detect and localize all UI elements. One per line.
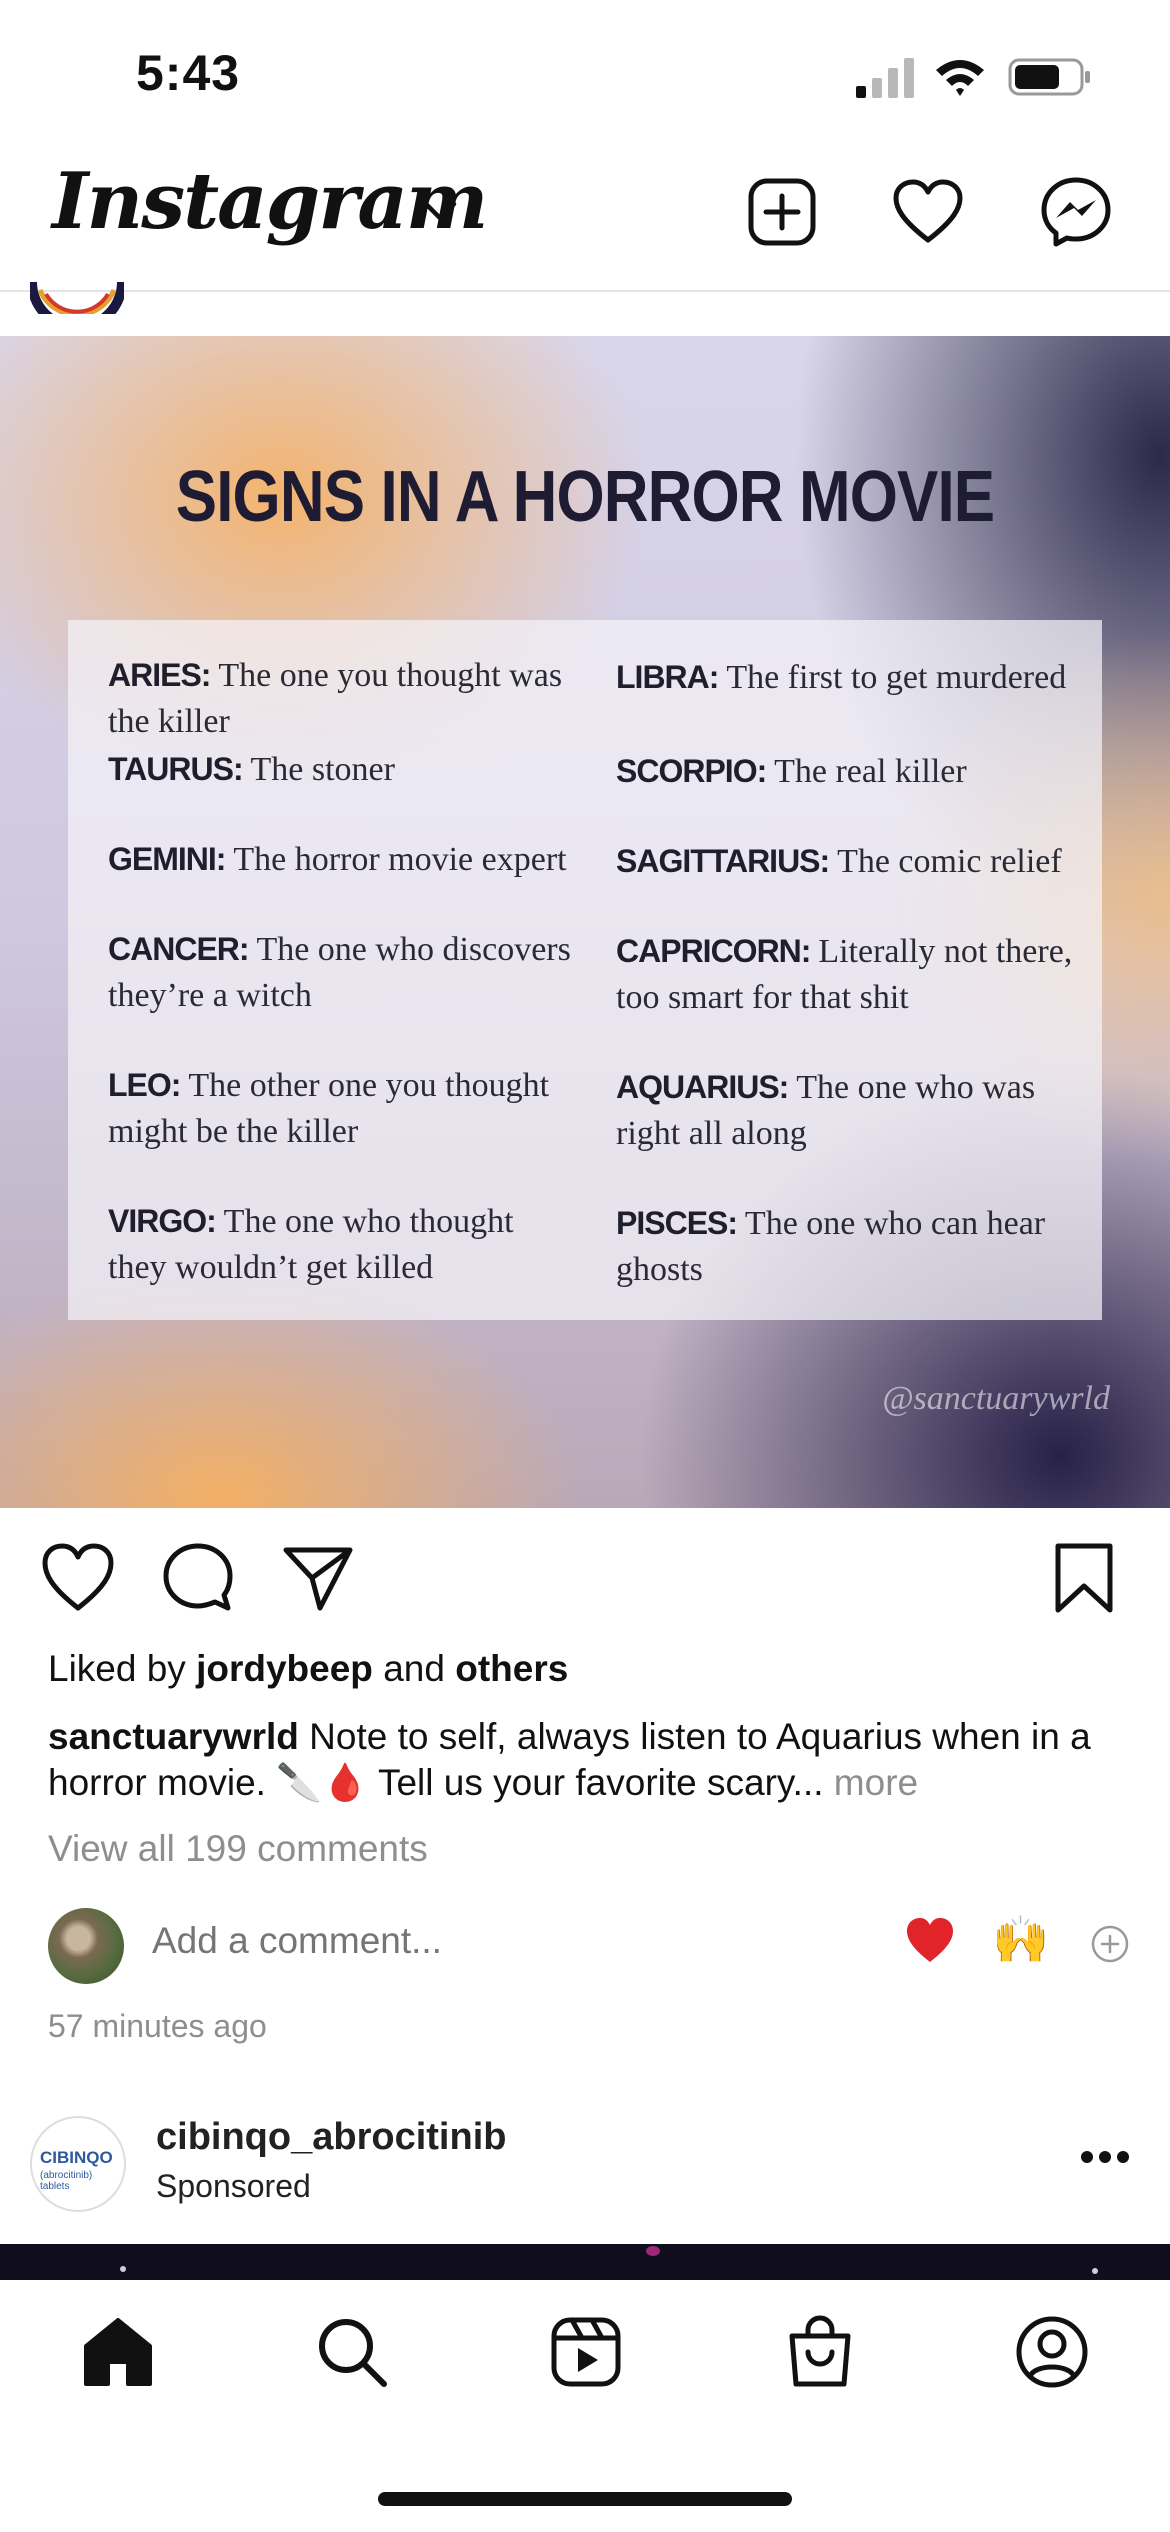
sponsor-username[interactable]: cibinqo_abrocitinib (156, 2116, 506, 2159)
messenger-icon[interactable] (1040, 176, 1112, 248)
next-post-header: CIBINQO (abrocitinib) tablets cibinqo_ab… (0, 2106, 1170, 2246)
avatar (48, 1908, 124, 1984)
likes-summary[interactable]: Liked by jordybeep and others (48, 1648, 568, 1690)
liked-by-user[interactable]: jordybeep (196, 1648, 373, 1689)
raising-hands-emoji-button[interactable]: 🙌 (992, 1912, 1049, 1967)
post-image[interactable]: SIGNS IN A HORROR MOVIE ARIES: The one y… (0, 336, 1170, 1508)
heart-emoji-button[interactable] (904, 1914, 956, 1966)
sponsored-label: Sponsored (156, 2168, 311, 2204)
sign-entry: GEMINI: The horror movie expert (108, 841, 567, 878)
like-heart-icon[interactable] (40, 1540, 116, 1616)
search-icon[interactable] (314, 2314, 390, 2390)
post-caption: sanctuarywrld Note to self, always liste… (48, 1714, 1138, 1806)
home-indicator (378, 2492, 792, 2506)
image-watermark: @sanctuarywrld (882, 1380, 1110, 1417)
reels-icon[interactable] (548, 2314, 624, 2390)
sign-entry: SAGITTARIUS: The comic relief (616, 843, 1062, 880)
sign-entry: SCORPIO: The real killer (616, 753, 967, 790)
sign-entry: CAPRICORN: Literally not there, too smar… (616, 933, 1073, 1016)
sign-entry: AQUARIUS: The one who was right all alon… (616, 1069, 1036, 1152)
comment-input[interactable] (152, 1920, 628, 1962)
comment-icon[interactable] (160, 1540, 236, 1616)
shop-icon[interactable] (782, 2314, 858, 2390)
caption-username[interactable]: sanctuarywrld (48, 1716, 299, 1757)
battery-icon (1008, 58, 1090, 96)
next-post-image[interactable] (0, 2244, 1170, 2280)
sign-entry: PISCES: The one who can hear ghosts (616, 1205, 1046, 1288)
share-send-icon[interactable] (280, 1540, 356, 1616)
more-options-icon[interactable] (1080, 2150, 1130, 2164)
sign-entry: ARIES: The one you thought was the kille… (108, 657, 563, 740)
sponsor-logo-subtext: (abrocitinib) tablets (40, 2170, 93, 2192)
post-timestamp: 57 minutes ago (48, 2008, 267, 2044)
sign-entry: LIBRA: The first to get murdered (616, 659, 1067, 696)
activity-heart-icon[interactable] (892, 176, 964, 248)
profile-icon[interactable] (1014, 2314, 1090, 2390)
post-image-title: SIGNS IN A HORROR MOVIE (175, 457, 995, 537)
add-emoji-icon[interactable] (1090, 1924, 1130, 1964)
sign-entry: VIRGO: The one who thought they wouldn’t… (108, 1203, 514, 1286)
status-bar: 5:43 (0, 0, 1170, 150)
view-all-comments-link[interactable]: View all 199 comments (48, 1828, 428, 1870)
sign-entry: LEO: The other one you thought might be … (108, 1067, 550, 1150)
signs-panel: ARIES: The one you thought was the kille… (68, 620, 1102, 1320)
wifi-icon (936, 60, 984, 96)
caption-more-link[interactable]: more (824, 1762, 918, 1803)
sign-entry: TAURUS: The stoner (108, 751, 395, 788)
app-header: Instagram (0, 150, 1170, 292)
chevron-down-icon[interactable] (420, 194, 460, 228)
add-comment-row: 🙌 (0, 1900, 1170, 1990)
sponsor-logo-text: CIBINQO (40, 2148, 113, 2167)
liked-by-others[interactable]: others (455, 1648, 568, 1689)
new-post-icon[interactable] (746, 176, 818, 248)
bookmark-icon[interactable] (1046, 1540, 1122, 1616)
status-time: 5:43 (136, 45, 241, 101)
cellular-signal-icon (856, 58, 914, 98)
home-icon[interactable] (80, 2314, 156, 2390)
sponsor-avatar[interactable]: CIBINQO (abrocitinib) tablets (30, 2116, 126, 2212)
sign-entry: CANCER: The one who discovers they’re a … (108, 931, 571, 1014)
previous-post-avatar (30, 282, 124, 314)
